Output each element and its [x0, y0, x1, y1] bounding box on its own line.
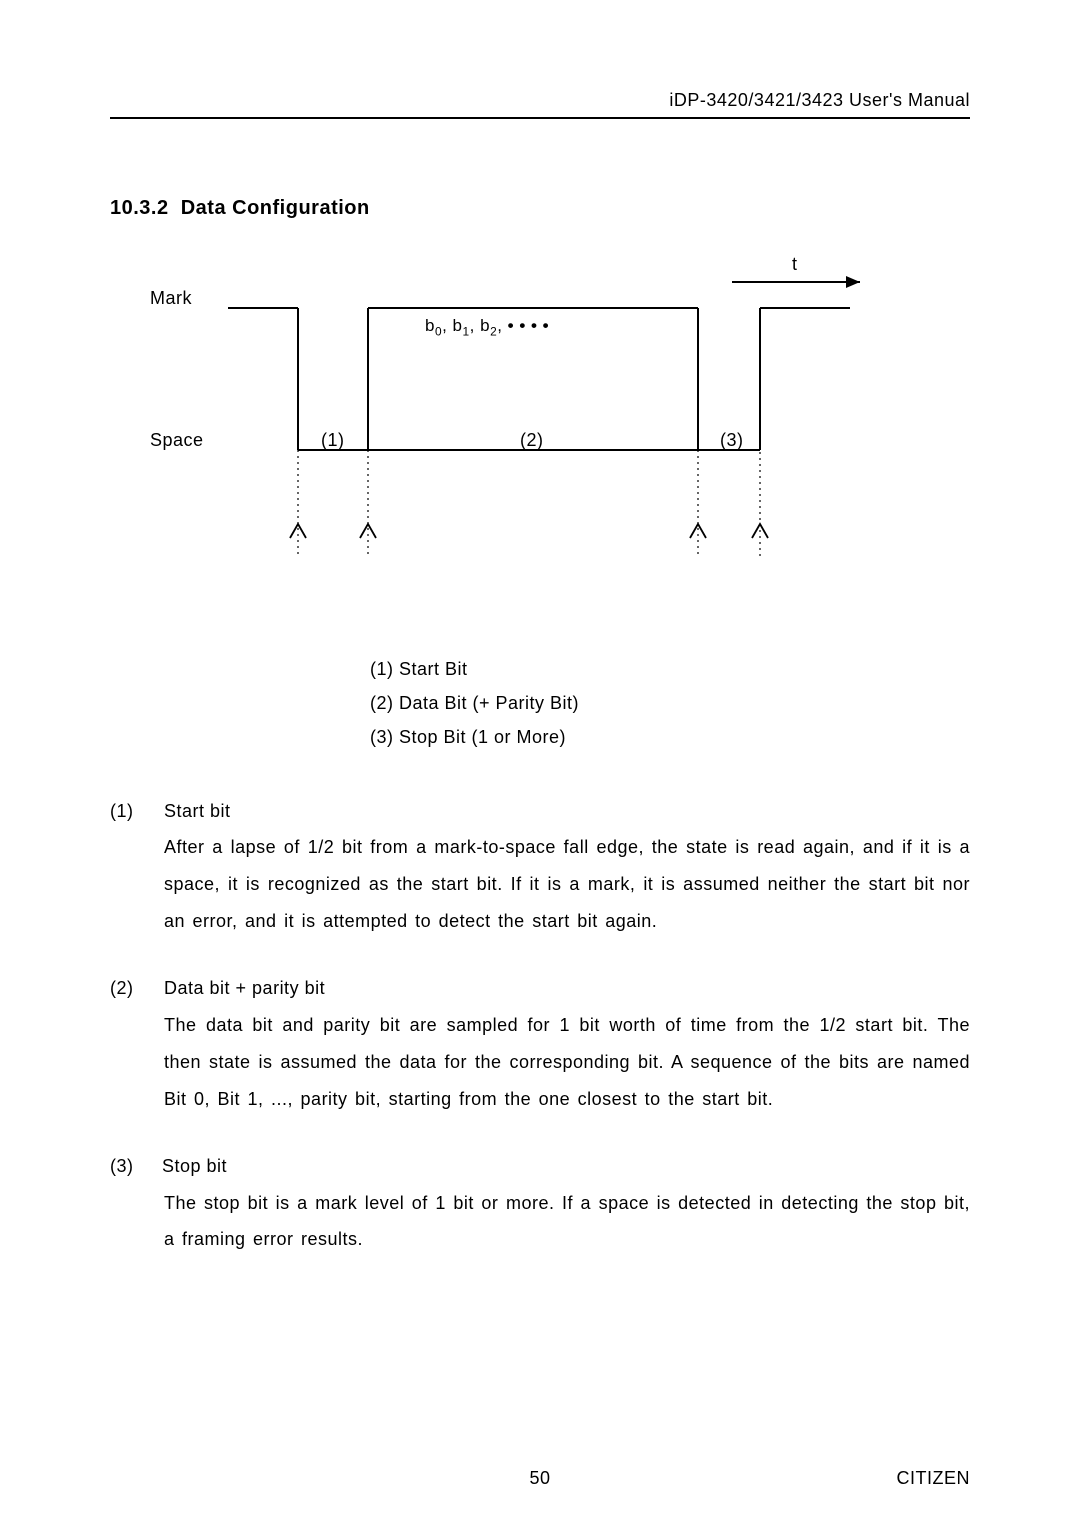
item-data-bit: (2) Data bit + parity bit The data bit a…: [110, 970, 970, 1118]
legend-item-2: (2) Data Bit (+ Parity Bit): [370, 686, 970, 720]
header-title: iDP-3420/3421/3423 User's Manual: [669, 90, 970, 110]
item-2-body: The data bit and parity bit are sampled …: [164, 1007, 970, 1118]
item-2-num: (2): [110, 970, 150, 1007]
page-header: iDP-3420/3421/3423 User's Manual: [110, 90, 970, 119]
timing-diagram: t Mark Space b0, b1, b2, • • • • (1) (2)…: [150, 260, 910, 640]
timing-svg: [150, 260, 910, 600]
legend-item-3: (3) Stop Bit (1 or More): [370, 720, 970, 754]
item-3-title: Stop bit: [162, 1148, 970, 1185]
section-heading: 10.3.2 Data Configuration: [110, 197, 970, 220]
item-1-num: (1): [110, 793, 150, 830]
item-1-title: Start bit: [164, 793, 970, 830]
section-number: 10.3.2: [110, 197, 169, 219]
item-stop-bit: (3) Stop bit The stop bit is a mark leve…: [110, 1148, 970, 1259]
legend-item-1: (1) Start Bit: [370, 652, 970, 686]
body-text: (1) Start bit After a lapse of 1/2 bit f…: [110, 793, 970, 1259]
item-3-num: (3): [110, 1148, 148, 1185]
item-3-body: The stop bit is a mark level of 1 bit or…: [164, 1185, 970, 1259]
item-start-bit: (1) Start bit After a lapse of 1/2 bit f…: [110, 793, 970, 941]
page-number: 50: [529, 1468, 550, 1489]
item-1-body: After a lapse of 1/2 bit from a mark-to-…: [164, 829, 970, 940]
section-title: Data Configuration: [181, 197, 370, 219]
diagram-legend: (1) Start Bit (2) Data Bit (+ Parity Bit…: [370, 652, 970, 755]
page: iDP-3420/3421/3423 User's Manual 10.3.2 …: [0, 0, 1080, 1528]
brand-name: CITIZEN: [897, 1468, 971, 1489]
item-2-title: Data bit + parity bit: [164, 970, 970, 1007]
